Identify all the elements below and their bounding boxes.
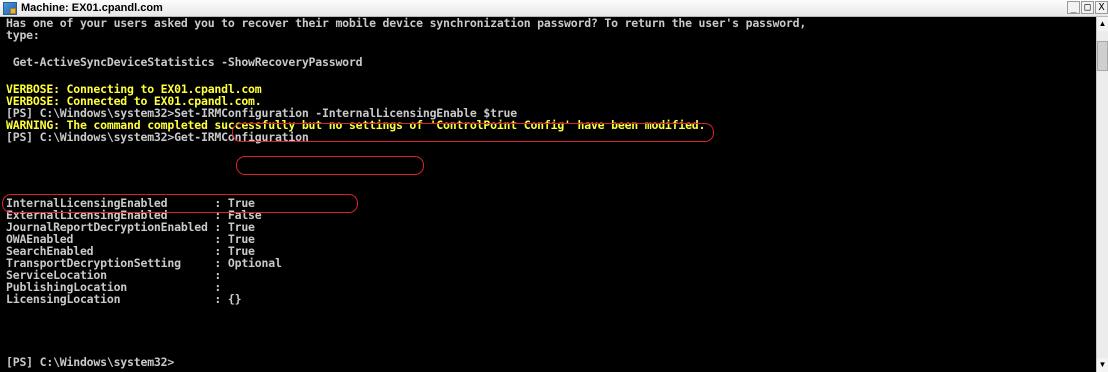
scroll-up-arrow-icon[interactable]: ▲ (1097, 17, 1108, 31)
minimize-button[interactable]: _ (1067, 1, 1080, 14)
vertical-scrollbar[interactable]: ▲ ▼ (1096, 17, 1108, 372)
console-output[interactable]: Has one of your users asked you to recov… (0, 17, 1096, 372)
console-line: Has one of your users asked you to recov… (6, 16, 807, 30)
internal-licensing-highlight (2, 194, 358, 213)
window-controls: _ □ X (1066, 1, 1108, 14)
set-irm-command-highlight (232, 123, 714, 142)
scrollbar-thumb[interactable] (1097, 41, 1108, 71)
console-line: Get-ActiveSyncDeviceStatistics -ShowReco… (6, 55, 363, 69)
title-bar[interactable]: Machine: EX01.cpandl.com _ □ X (0, 0, 1108, 17)
get-irm-command-highlight (236, 156, 424, 175)
console-line: type: (6, 28, 40, 42)
restore-button[interactable]: □ (1081, 1, 1094, 14)
property-line: LicensingLocation : {} (6, 292, 242, 306)
scroll-down-arrow-icon[interactable]: ▼ (1097, 358, 1108, 372)
close-button[interactable]: X (1095, 1, 1108, 14)
console-app-icon (3, 1, 17, 15)
window-title: Machine: EX01.cpandl.com (21, 2, 163, 14)
prompt-line: [PS] C:\Windows\system32> (6, 355, 175, 369)
console-window: Machine: EX01.cpandl.com _ □ X Has one o… (0, 0, 1108, 372)
